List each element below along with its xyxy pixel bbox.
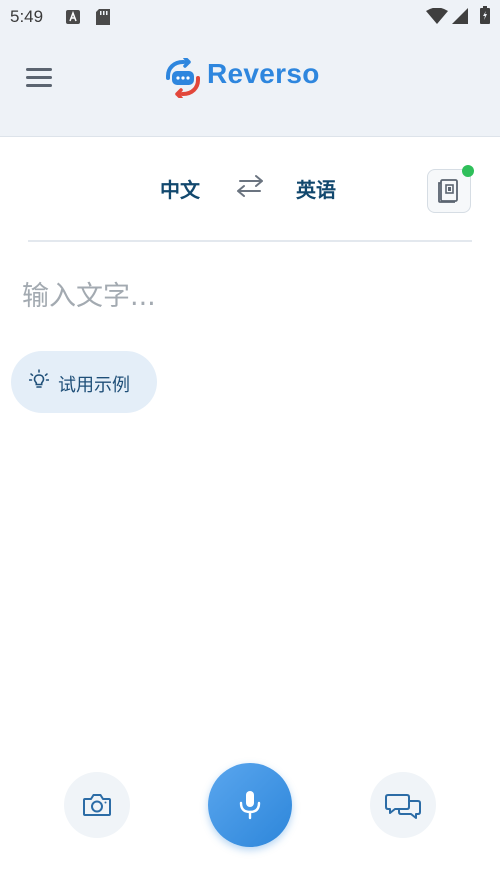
sd-card-icon bbox=[96, 9, 110, 29]
source-language[interactable]: 中文 bbox=[160, 174, 200, 203]
try-example-label: 试用示例 bbox=[58, 375, 130, 396]
divider bbox=[28, 240, 472, 242]
swap-arrows-icon bbox=[237, 175, 263, 197]
reverso-logo-icon bbox=[166, 58, 200, 98]
try-example-button[interactable]: 试用示例 bbox=[11, 351, 157, 413]
wifi-icon bbox=[426, 7, 448, 28]
microphone-button[interactable] bbox=[208, 763, 292, 847]
hamburger-icon bbox=[26, 68, 52, 71]
app-header: 5:49 Reverso bbox=[0, 0, 500, 137]
microphone-icon bbox=[239, 791, 261, 820]
battery-icon bbox=[480, 6, 490, 28]
toolbar: Reverso bbox=[0, 48, 500, 108]
phrasebook-button[interactable] bbox=[427, 165, 474, 213]
conversation-icon bbox=[385, 794, 421, 819]
conversation-button[interactable] bbox=[370, 772, 436, 838]
reverso-logo: Reverso bbox=[163, 56, 343, 100]
camera-button[interactable] bbox=[64, 772, 130, 838]
status-bar: 5:49 bbox=[0, 0, 500, 34]
target-language[interactable]: 英语 bbox=[296, 174, 336, 203]
source-text-input[interactable] bbox=[22, 276, 478, 316]
swap-languages-button[interactable] bbox=[232, 172, 268, 200]
signal-icon bbox=[452, 8, 468, 28]
menu-button[interactable] bbox=[22, 60, 56, 94]
language-selector: 中文 英语 bbox=[0, 160, 500, 220]
logo-text: Reverso bbox=[207, 58, 320, 89]
status-time: 5:49 bbox=[10, 7, 44, 26]
lightbulb-icon bbox=[29, 369, 49, 388]
keyboard-a-icon bbox=[66, 9, 80, 28]
camera-icon bbox=[83, 794, 111, 816]
phrasebook-icon bbox=[438, 179, 458, 203]
notification-dot bbox=[462, 165, 474, 177]
